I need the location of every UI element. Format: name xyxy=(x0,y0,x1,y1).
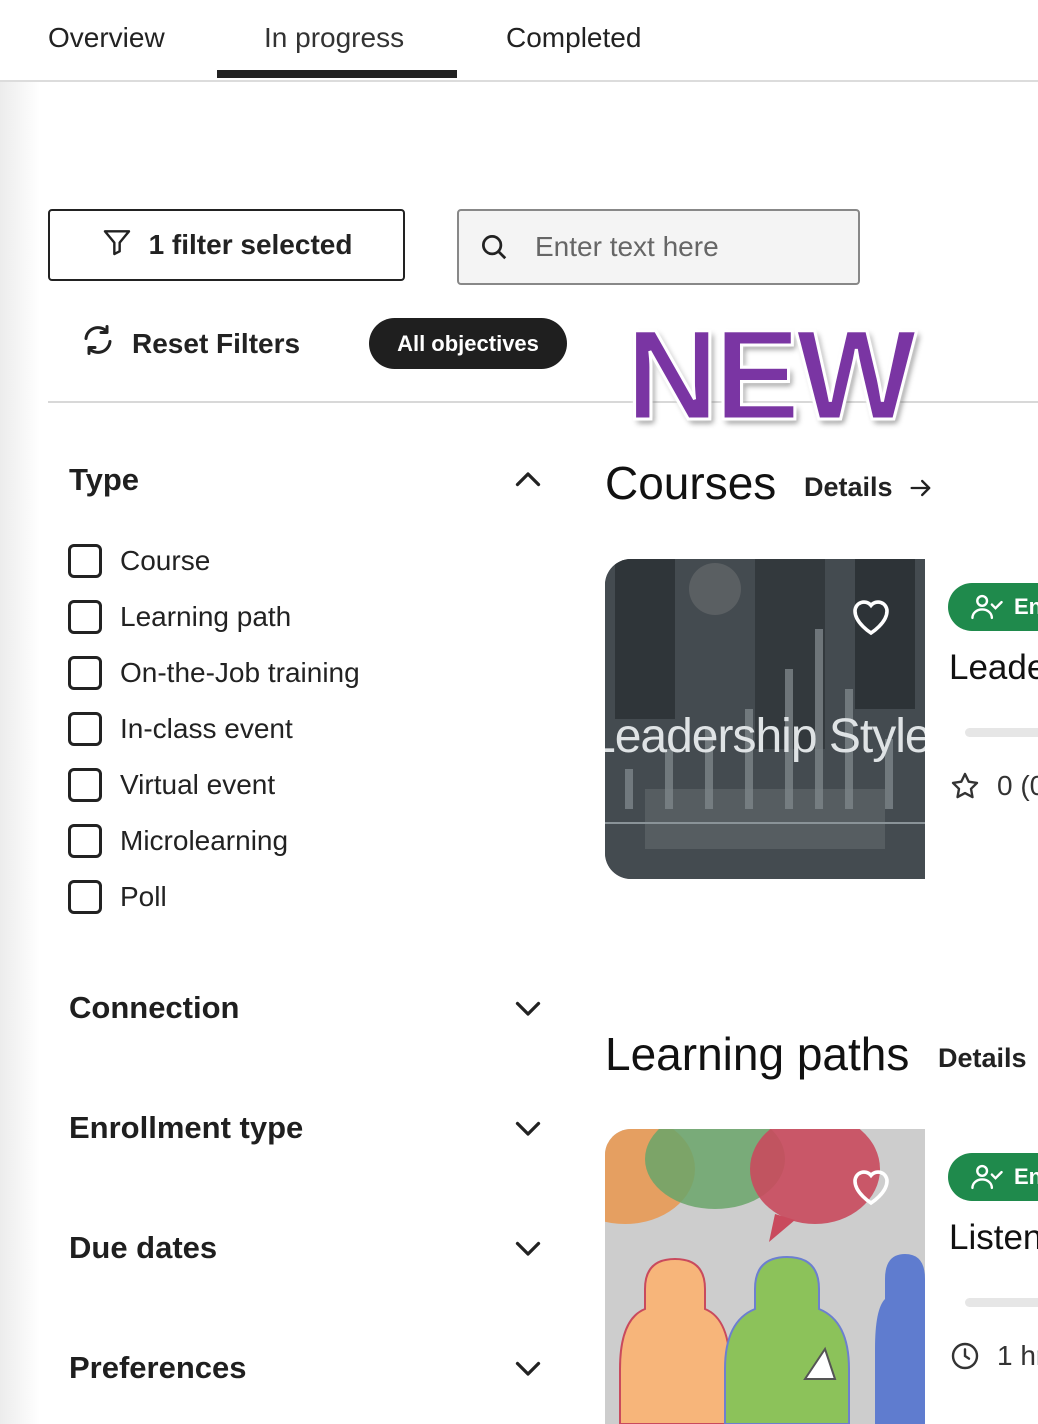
filter-section-due-dates-title[interactable]: Due dates xyxy=(69,1230,217,1266)
chevron-down-icon[interactable] xyxy=(510,1350,546,1386)
course-rating-text: 0 (0 xyxy=(997,770,1038,801)
all-objectives-chip[interactable]: All objectives xyxy=(369,318,567,369)
filter-icon xyxy=(101,226,133,265)
filter-option-label: Microlearning xyxy=(120,825,289,856)
chevron-up-icon[interactable] xyxy=(510,462,546,498)
active-tab-indicator xyxy=(217,70,457,78)
learning-path-duration-text: 1 hr xyxy=(997,1340,1038,1371)
reset-filters-button[interactable]: Reset Filters xyxy=(80,322,300,365)
search-input[interactable] xyxy=(533,230,837,264)
chevron-down-icon[interactable] xyxy=(510,1230,546,1266)
learning-path-duration: 1 hr xyxy=(949,1340,1038,1372)
learning-path-progress-bar xyxy=(965,1298,1038,1307)
user-check-icon xyxy=(971,594,1003,620)
search-box[interactable] xyxy=(457,209,860,285)
filter-option-poll[interactable]: Poll xyxy=(68,880,167,914)
learning-path-card-title[interactable]: Listen xyxy=(949,1218,1038,1258)
enrolled-badge: En xyxy=(948,583,1038,631)
arrow-right-icon xyxy=(910,479,930,496)
checkbox[interactable] xyxy=(68,656,102,690)
filter-option-label: Course xyxy=(120,545,211,576)
filter-section-type-title: Type xyxy=(69,462,140,497)
heart-icon[interactable] xyxy=(847,593,895,637)
courses-details-link[interactable]: Details xyxy=(804,472,935,503)
chevron-down-icon[interactable] xyxy=(510,990,546,1026)
course-card-image-text: Leadership Style xyxy=(605,710,925,763)
enrolled-badge-label: En xyxy=(1014,1164,1038,1189)
filter-option-virtual-event[interactable]: Virtual event xyxy=(68,768,275,802)
filter-section-preferences-title[interactable]: Preferences xyxy=(69,1350,247,1386)
tab-bar: Overview In progress Completed xyxy=(0,0,1038,82)
tab-overview[interactable]: Overview xyxy=(48,22,165,54)
checkbox[interactable] xyxy=(68,544,102,578)
filter-option-label: Poll xyxy=(120,881,167,912)
filter-button[interactable]: 1 filter selected xyxy=(48,209,405,281)
filter-section-connection-title[interactable]: Connection xyxy=(69,990,240,1026)
details-label: Details xyxy=(804,472,893,502)
filter-option-label: On-the-Job training xyxy=(120,657,360,688)
filter-section-enrollment-title[interactable]: Enrollment type xyxy=(69,1110,303,1146)
courses-heading: Courses xyxy=(605,457,777,509)
new-badge: NEW xyxy=(625,304,919,447)
clock-icon xyxy=(951,1342,979,1370)
chevron-down-icon[interactable] xyxy=(510,1110,546,1146)
tab-completed[interactable]: Completed xyxy=(506,22,641,54)
course-card-title[interactable]: Leade xyxy=(949,648,1038,688)
checkbox[interactable] xyxy=(68,600,102,634)
filter-option-microlearning[interactable]: Microlearning xyxy=(68,824,288,858)
filter-option-label: In-class event xyxy=(120,713,293,744)
refresh-icon xyxy=(80,322,116,365)
search-icon xyxy=(477,230,511,264)
filter-option-course[interactable]: Course xyxy=(68,544,210,578)
filter-option-learning-path[interactable]: Learning path xyxy=(68,600,291,634)
learning-paths-details-link[interactable]: Details xyxy=(938,1043,1027,1074)
tab-in-progress[interactable]: In progress xyxy=(264,22,404,54)
learning-paths-heading: Learning paths xyxy=(605,1028,910,1080)
heart-icon[interactable] xyxy=(847,1163,895,1207)
filter-option-on-the-job-training[interactable]: On-the-Job training xyxy=(68,656,360,690)
reset-filters-label: Reset Filters xyxy=(132,327,301,359)
enrolled-badge-label: En xyxy=(1014,594,1038,619)
enrolled-badge: En xyxy=(948,1153,1038,1201)
filter-button-label: 1 filter selected xyxy=(148,229,353,260)
checkbox[interactable] xyxy=(68,880,102,914)
course-card-image[interactable]: Leadership Style xyxy=(605,559,925,879)
checkbox[interactable] xyxy=(68,824,102,858)
course-progress-bar xyxy=(965,728,1038,737)
filter-option-in-class-event[interactable]: In-class event xyxy=(68,712,293,746)
star-icon xyxy=(951,772,979,799)
checkbox[interactable] xyxy=(68,768,102,802)
filter-option-label: Virtual event xyxy=(120,769,276,800)
learning-path-card-image[interactable] xyxy=(605,1129,925,1424)
filter-option-label: Learning path xyxy=(120,601,292,632)
details-label: Details xyxy=(938,1043,1027,1073)
user-check-icon xyxy=(971,1164,1003,1190)
checkbox[interactable] xyxy=(68,712,102,746)
course-rating: 0 (0 xyxy=(949,770,1038,802)
page-left-shade xyxy=(0,80,40,1424)
